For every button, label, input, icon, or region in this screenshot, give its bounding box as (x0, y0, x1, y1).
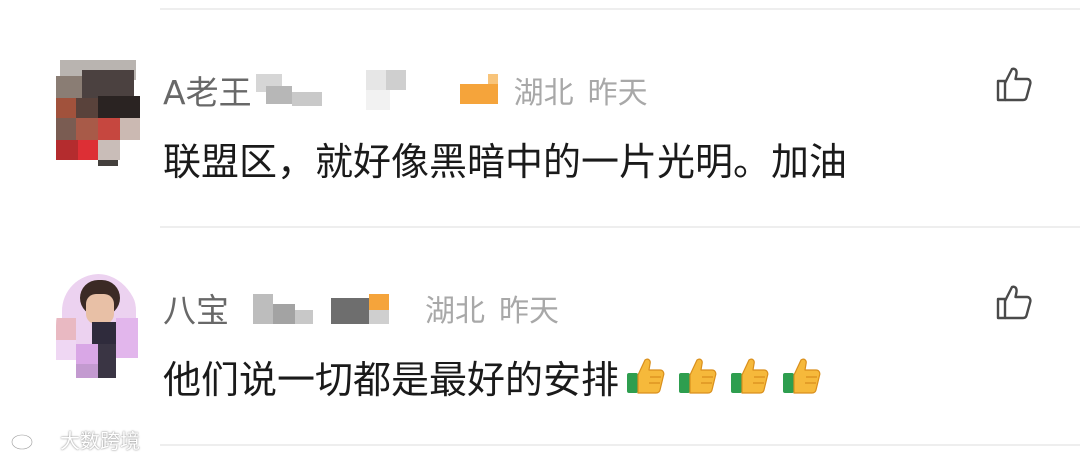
divider-bottom (160, 444, 1080, 446)
username[interactable]: A老王 (163, 66, 252, 114)
weibo-logo-icon (10, 431, 51, 450)
thumbs-up-emoji (731, 358, 769, 394)
avatar[interactable] (56, 56, 140, 166)
comment-body: 联盟区，就好像黑暗中的一片光明。加油 (163, 139, 848, 184)
username[interactable]: 八宝 (163, 284, 229, 332)
location: 湖北 (425, 294, 485, 329)
badge-mosaic (331, 288, 391, 328)
username-mosaic (255, 70, 336, 110)
badge-mosaic (365, 70, 426, 110)
location: 湖北 (513, 76, 574, 111)
thumbs-up-outline-icon[interactable] (994, 64, 1034, 104)
thumbs-up-emoji (783, 358, 821, 394)
level-badge (459, 70, 500, 110)
watermark-text: 大数跨境 (60, 429, 140, 453)
divider-middle (160, 226, 1080, 228)
thumbs-up-emoji (627, 358, 665, 394)
thumbs-up-emoji (679, 358, 717, 394)
comment-meta: 八宝 湖北 昨天 (163, 284, 559, 332)
username-mosaic (253, 288, 313, 328)
emoji-row (613, 355, 821, 397)
comment-meta: A老王 湖北 昨天 (163, 66, 648, 114)
comment-text: 联盟区，就好像黑暗中的一片光明。加油 (163, 132, 847, 184)
divider-top (160, 8, 1080, 10)
timestamp: 昨天 (587, 76, 648, 111)
comment-body: 他们说一切都是最好的安排 (163, 357, 620, 402)
avatar[interactable] (56, 274, 140, 378)
thumbs-up-outline-icon[interactable] (994, 282, 1034, 322)
timestamp: 昨天 (499, 294, 559, 329)
comment-text: 他们说一切都是最好的安排 (163, 350, 821, 402)
watermark: 大数跨境 (10, 425, 140, 454)
